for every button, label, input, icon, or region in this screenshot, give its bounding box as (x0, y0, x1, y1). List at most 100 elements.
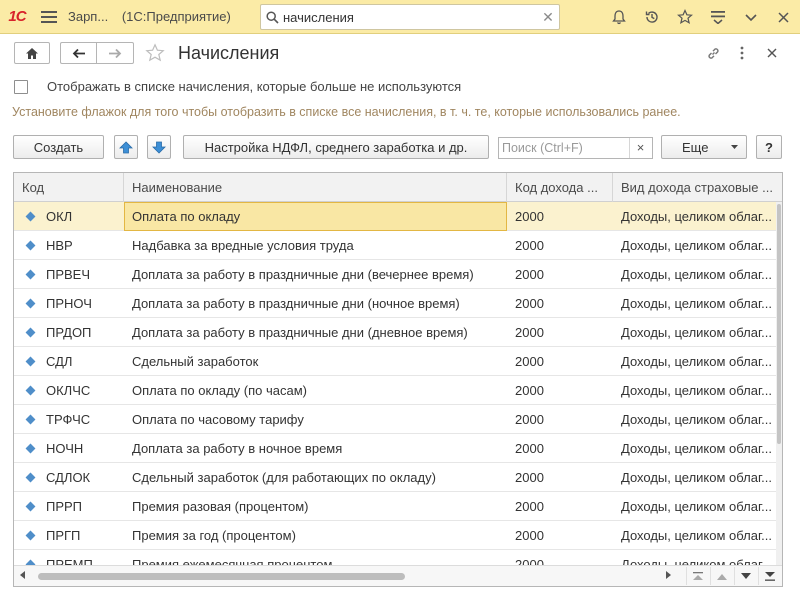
cell-code[interactable]: ПРДОП (14, 318, 124, 347)
cell-income-kind[interactable]: Доходы, целиком облаг... (613, 405, 778, 434)
favorite-form-star-icon[interactable] (144, 42, 166, 64)
horizontal-scrollbar[interactable] (14, 565, 782, 586)
table-row[interactable]: ПРВЕЧ Доплата за работу в праздничные дни… (14, 260, 782, 289)
cell-income-code[interactable]: 2000 (507, 463, 613, 492)
cell-income-code[interactable]: 2000 (507, 492, 613, 521)
show-unused-label[interactable]: Отображать в списке начисления, которые … (47, 79, 461, 94)
vertical-scrollbar[interactable] (776, 202, 782, 567)
list-search[interactable]: × (498, 137, 653, 159)
cell-name[interactable]: Сдельный заработок (для работающих по ок… (124, 463, 507, 492)
cell-code[interactable]: ПРНОЧ (14, 289, 124, 318)
vertical-scroll-thumb[interactable] (777, 204, 781, 444)
table-row[interactable]: СДЛОК Сдельный заработок (для работающих … (14, 463, 782, 492)
more-vertical-icon[interactable] (731, 42, 753, 64)
main-menu-icon[interactable] (34, 0, 64, 34)
functions-menu-icon[interactable] (701, 0, 734, 34)
cell-income-code[interactable]: 2000 (507, 405, 613, 434)
table-row[interactable]: ПРГП Премия за год (процентом) 2000 Доходы,… (14, 521, 782, 550)
cell-name[interactable]: Доплата за работу в праздничные дни (дне… (124, 318, 507, 347)
scroll-to-bottom-icon[interactable] (758, 567, 781, 585)
scroll-page-down-icon[interactable] (734, 567, 757, 585)
list-search-input[interactable] (499, 141, 629, 155)
cell-name[interactable]: Оплата по окладу (по часам) (124, 376, 507, 405)
cell-income-kind[interactable]: Доходы, целиком облаг... (613, 202, 778, 231)
column-header-code[interactable]: Код (14, 173, 124, 202)
cell-income-kind[interactable]: Доходы, целиком облаг... (613, 231, 778, 260)
cell-name[interactable]: Премия за год (процентом) (124, 521, 507, 550)
ndfl-settings-button[interactable]: Настройка НДФЛ, среднего заработка и др. (183, 135, 489, 159)
cell-income-kind[interactable]: Доходы, целиком облаг... (613, 289, 778, 318)
cell-name[interactable]: Сдельный заработок (124, 347, 507, 376)
link-icon[interactable] (702, 42, 724, 64)
cell-income-kind[interactable]: Доходы, целиком облаг... (613, 376, 778, 405)
cell-name[interactable]: Оплата по часовому тарифу (124, 405, 507, 434)
scroll-left-icon[interactable] (20, 571, 25, 579)
cell-name[interactable]: Надбавка за вредные условия труда (124, 231, 507, 260)
bell-icon[interactable] (602, 0, 635, 34)
cell-name[interactable]: Премия разовая (процентом) (124, 492, 507, 521)
cell-income-kind[interactable]: Доходы, целиком облаг... (613, 318, 778, 347)
search-clear-icon[interactable]: ✕ (537, 9, 559, 26)
scroll-right-icon[interactable] (666, 571, 671, 579)
cell-code[interactable]: СДЛ (14, 347, 124, 376)
table-row[interactable]: СДЛ Сдельный заработок 2000 Доходы, целиком… (14, 347, 782, 376)
cell-code[interactable]: ОКЛ (14, 202, 124, 231)
global-search[interactable]: ✕ (260, 4, 560, 30)
cell-code[interactable]: НОЧН (14, 434, 124, 463)
home-button[interactable] (14, 42, 50, 64)
cell-income-kind[interactable]: Доходы, целиком облаг... (613, 260, 778, 289)
history-icon[interactable] (635, 0, 668, 34)
cell-income-code[interactable]: 2000 (507, 260, 613, 289)
column-header-income-code[interactable]: Код дохода ... (507, 173, 613, 202)
column-header-name[interactable]: Наименование (124, 173, 507, 202)
cell-income-code[interactable]: 2000 (507, 289, 613, 318)
cell-income-code[interactable]: 2000 (507, 231, 613, 260)
cell-income-kind[interactable]: Доходы, целиком облаг... (613, 492, 778, 521)
table-row[interactable]: ПРРП Премия разовая (процентом) 2000 Доходы… (14, 492, 782, 521)
table-row[interactable]: ПРНОЧ Доплата за работу в праздничные дни… (14, 289, 782, 318)
cell-name[interactable]: Доплата за работу в ночное время (124, 434, 507, 463)
cell-code[interactable]: ПРГП (14, 521, 124, 550)
table-row[interactable]: НВР Надбавка за вредные условия труда 2000… (14, 231, 782, 260)
cell-income-kind[interactable]: Доходы, целиком облаг... (613, 347, 778, 376)
favorites-star-icon[interactable] (668, 0, 701, 34)
cell-code[interactable]: ТРФЧС (14, 405, 124, 434)
back-button[interactable] (60, 42, 96, 64)
table-row[interactable]: ОКЛ Оплата по окладу 2000 Доходы, целиком о… (14, 202, 782, 231)
cell-income-kind[interactable]: Доходы, целиком облаг... (613, 463, 778, 492)
cell-code[interactable]: ПРВЕЧ (14, 260, 124, 289)
create-button[interactable]: Создать (13, 135, 104, 159)
table-row[interactable]: ПРДОП Доплата за работу в праздничные дни… (14, 318, 782, 347)
table-row[interactable]: ТРФЧС Оплата по часовому тарифу 2000 Доходы… (14, 405, 782, 434)
cell-code[interactable]: ПРРП (14, 492, 124, 521)
cell-name[interactable]: Доплата за работу в праздничные дни (веч… (124, 260, 507, 289)
cell-income-kind[interactable]: Доходы, целиком облаг... (613, 521, 778, 550)
cell-code[interactable]: НВР (14, 231, 124, 260)
more-button[interactable]: Еще (661, 135, 747, 159)
show-unused-checkbox[interactable] (14, 80, 28, 94)
move-up-button[interactable] (114, 135, 138, 159)
cell-name[interactable]: Доплата за работу в праздничные дни (ноч… (124, 289, 507, 318)
cell-income-code[interactable]: 2000 (507, 434, 613, 463)
horizontal-scroll-thumb[interactable] (38, 573, 405, 580)
forward-button[interactable] (96, 42, 134, 64)
list-search-clear-icon[interactable]: × (629, 138, 651, 158)
cell-income-code[interactable]: 2000 (507, 521, 613, 550)
table-row[interactable]: ОКЛЧС Оплата по окладу (по часам) 2000 Дохо… (14, 376, 782, 405)
cell-income-code[interactable]: 2000 (507, 202, 613, 231)
cell-income-code[interactable]: 2000 (507, 376, 613, 405)
cell-income-kind[interactable]: Доходы, целиком облаг... (613, 434, 778, 463)
help-button[interactable]: ? (756, 135, 782, 159)
scroll-page-up-icon[interactable] (710, 567, 733, 585)
move-down-button[interactable] (147, 135, 171, 159)
minimize-icon[interactable] (734, 0, 767, 34)
app-logo[interactable]: 1С (0, 0, 34, 34)
close-app-icon[interactable] (767, 0, 800, 34)
cell-income-code[interactable]: 2000 (507, 347, 613, 376)
cell-code[interactable]: ОКЛЧС (14, 376, 124, 405)
scroll-to-top-icon[interactable] (686, 567, 709, 585)
cell-code[interactable]: СДЛОК (14, 463, 124, 492)
cell-income-code[interactable]: 2000 (507, 318, 613, 347)
global-search-input[interactable] (283, 9, 537, 25)
cell-name[interactable]: Оплата по окладу (124, 202, 507, 231)
